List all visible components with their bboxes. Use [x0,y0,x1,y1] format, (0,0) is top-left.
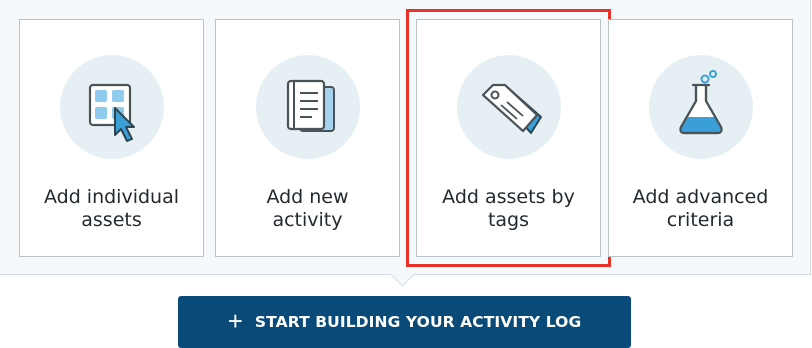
tags-icon [456,55,561,159]
flask-icon [648,55,753,159]
start-building-button[interactable]: + START BUILDING YOUR ACTIVITY LOG [178,296,631,348]
card-label: Add individual assets [28,186,195,232]
card-label: Add assets by tags [425,186,592,232]
activity-builder: Add individual assets Add new activity A… [0,0,812,348]
card-label-line: Add advanced [632,186,769,208]
card-label: Add new activity [224,186,391,232]
add-advanced-criteria-card[interactable]: Add advanced criteria [608,19,793,257]
start-building-label: START BUILDING YOUR ACTIVITY LOG [254,313,582,331]
add-assets-by-tags-card[interactable]: Add assets by tags [406,9,611,267]
grid-cursor-icon [59,55,164,159]
card-label-line: criteria [666,209,735,231]
add-new-activity-card[interactable]: Add new activity [215,19,400,257]
card-label-line: assets [81,209,142,231]
card-label-line: Add individual [43,186,180,208]
card-label-line: tags [487,209,530,231]
card-label-line: activity [272,209,343,231]
card-label-line: Add new [266,186,349,208]
add-individual-assets-card[interactable]: Add individual assets [19,19,204,257]
card-label: Add advanced criteria [617,186,784,232]
card-label-line: Add assets by [442,186,575,208]
notebook-icon [255,55,360,159]
plus-icon: + [227,305,243,336]
